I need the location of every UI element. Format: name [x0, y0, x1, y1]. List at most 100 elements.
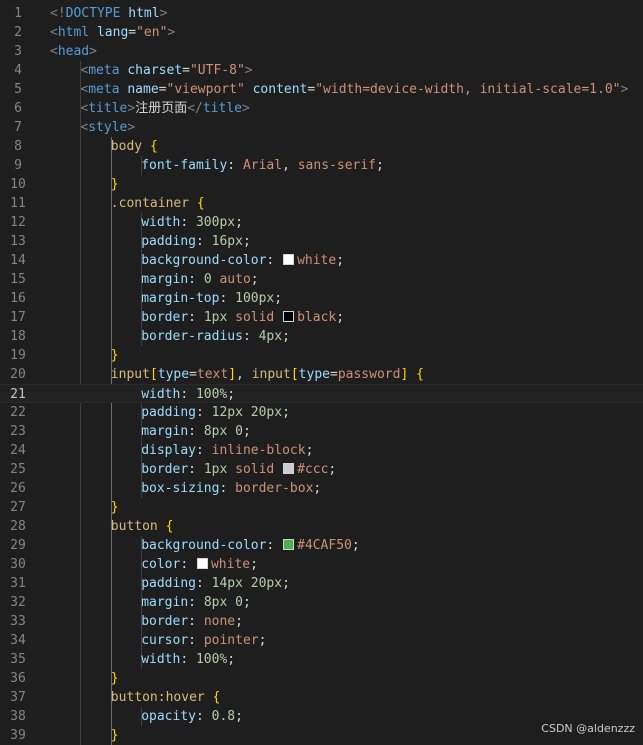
line-number: 5: [14, 82, 22, 97]
code-token: margin: [141, 424, 189, 439]
line-code: box-sizing: border-box;: [141, 479, 321, 498]
code-line[interactable]: 29 background-color: #4CAF50;: [0, 536, 643, 555]
code-line[interactable]: 30 color: white;: [0, 555, 643, 574]
code-line[interactable]: 10}: [0, 175, 643, 194]
code-token: ;: [235, 614, 243, 629]
line-number: 17: [10, 310, 26, 325]
code-line[interactable]: 15 margin: 0 auto;: [0, 270, 643, 289]
code-line[interactable]: 2 <html lang="en">: [0, 23, 643, 42]
code-token: {: [212, 690, 221, 705]
code-line[interactable]: 13 padding: 16px;: [0, 232, 643, 251]
color-swatch-icon[interactable]: [283, 254, 295, 265]
code-line[interactable]: 8 body {: [0, 137, 643, 156]
code-token: 20px: [250, 405, 283, 420]
code-editor[interactable]: 1 <!DOCTYPE html> 2 <html lang="en"> 3 <head>…: [0, 0, 643, 745]
line-code: color: white;: [141, 555, 258, 574]
code-token: 8px: [203, 424, 228, 439]
code-token: ;: [227, 652, 236, 667]
code-token: ]: [228, 367, 237, 382]
line-number: 11: [10, 196, 26, 211]
code-line[interactable]: 9 font-family: Arial, sans-serif;: [0, 156, 643, 175]
color-swatch-icon[interactable]: [283, 539, 295, 550]
code-line[interactable]: 32 margin: 8px 0;: [0, 593, 643, 612]
code-line[interactable]: 11 .container {: [0, 194, 643, 213]
code-line[interactable]: 24 display: inline-block;: [0, 441, 643, 460]
code-line[interactable]: 16 margin-top: 100px;: [0, 289, 643, 308]
line-number: 4: [14, 63, 22, 78]
color-swatch-icon[interactable]: [196, 558, 208, 569]
code-token: input: [251, 367, 291, 382]
code-line[interactable]: 26 box-sizing: border-box;: [0, 479, 643, 498]
code-token: {: [416, 367, 424, 382]
code-token: auto: [219, 272, 251, 287]
code-line[interactable]: 31 padding: 14px 20px;: [0, 574, 643, 593]
code-token: "width=device-width, initial-scale=1.0": [315, 82, 621, 97]
code-line[interactable]: 20 input[type=text], input[type=password]…: [0, 365, 643, 384]
line-code: background-color: #4CAF50;: [141, 536, 360, 555]
code-line[interactable]: 19}: [0, 346, 643, 365]
code-token: 1px: [203, 462, 228, 477]
code-line[interactable]: 5 <meta name="viewport" content="width=de…: [0, 80, 643, 99]
color-swatch-icon[interactable]: [283, 463, 295, 474]
color-swatch-icon[interactable]: [283, 311, 295, 322]
code-token: }: [110, 348, 119, 363]
line-code: }: [111, 669, 119, 688]
code-line[interactable]: 4 <meta charset="UTF-8">: [0, 61, 643, 80]
code-line[interactable]: 12 width: 300px;: [0, 213, 643, 232]
code-token: padding: [141, 576, 196, 591]
code-token: border: [141, 310, 189, 325]
code-token: style: [88, 120, 128, 135]
code-line[interactable]: 28 button {: [0, 517, 643, 536]
code-line[interactable]: 14 background-color: white;: [0, 251, 643, 270]
code-token: ;: [336, 253, 345, 268]
code-line[interactable]: 1 <!DOCTYPE html>: [0, 4, 643, 23]
code-token: ;: [282, 576, 290, 591]
code-token: input: [110, 367, 150, 382]
code-token: text: [196, 367, 229, 382]
code-line[interactable]: 23 margin: 8px 0;: [0, 422, 643, 441]
line-code: margin: 0 auto;: [141, 270, 258, 289]
code-line[interactable]: 33 border: none;: [0, 612, 643, 631]
code-token: ;: [274, 291, 283, 306]
code-token: button: [110, 519, 158, 534]
code-token: font-family: [141, 158, 228, 173]
code-token: [: [149, 367, 158, 382]
code-line[interactable]: 17 border: 1px solid black;: [0, 308, 643, 327]
code-token: 12px: [211, 405, 243, 420]
code-token: ,: [236, 367, 252, 382]
code-token: :: [188, 310, 204, 325]
code-token: :: [227, 158, 243, 173]
code-line[interactable]: 35 width: 100%;: [0, 650, 643, 669]
code-token: </: [187, 101, 203, 116]
code-line[interactable]: 3 <head>: [0, 42, 643, 61]
code-token: 8px: [203, 595, 228, 610]
line-code: <title>注册页面</title>: [80, 99, 249, 118]
code-line[interactable]: 7 <style>: [0, 118, 643, 137]
code-line[interactable]: 25 border: 1px solid #ccc;: [0, 460, 643, 479]
code-token: solid: [235, 462, 275, 477]
code-line[interactable]: 27}: [0, 498, 643, 517]
code-token: meta: [88, 82, 120, 97]
code-token: width: [141, 387, 181, 402]
line-code: border-radius: 4px;: [141, 327, 290, 346]
code-line[interactable]: 6 <title>注册页面</title>: [0, 99, 643, 118]
line-code: display: inline-block;: [141, 441, 313, 460]
code-line[interactable]: 34 cursor: pointer;: [0, 631, 643, 650]
code-token: :: [219, 481, 236, 496]
code-token: border: [141, 614, 189, 629]
code-line[interactable]: 37 button:hover {: [0, 688, 643, 707]
code-token: 100%: [195, 652, 228, 667]
code-line[interactable]: 18 border-radius: 4px;: [0, 327, 643, 346]
line-number: 20: [10, 367, 26, 382]
code-line[interactable]: 36}: [0, 669, 643, 688]
code-line[interactable]: 22 padding: 12px 20px;: [0, 403, 643, 422]
line-number: 2: [14, 25, 22, 40]
line-number: 33: [10, 614, 26, 629]
line-number: 8: [14, 139, 22, 154]
code-line[interactable]: 21 width: 100%;: [0, 384, 643, 403]
code-token: color: [141, 557, 181, 572]
code-token: {: [165, 519, 174, 534]
